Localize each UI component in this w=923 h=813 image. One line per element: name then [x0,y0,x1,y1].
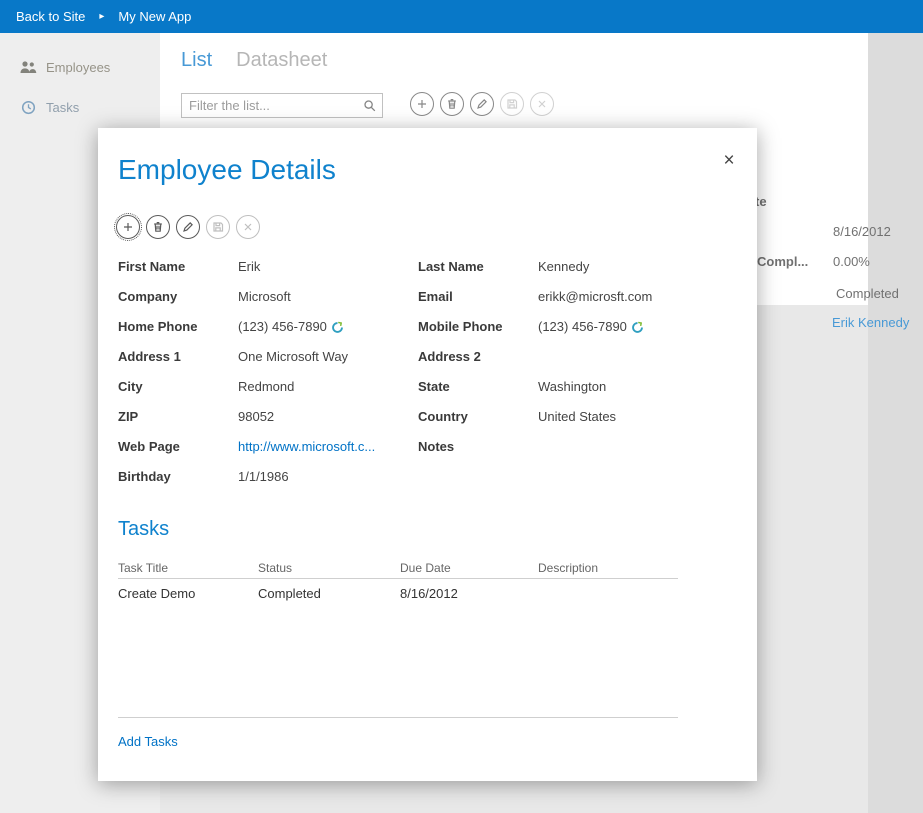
field-value-state: Washington [538,372,737,402]
field-value-city: Redmond [238,372,418,402]
floppy-icon [212,221,224,233]
add-button[interactable] [116,215,140,239]
page: Employees Tasks List Datasheet [0,0,923,813]
field-label: Address 2 [418,342,538,372]
field-label: Notes [418,432,538,462]
field-value-company: Microsoft [238,282,418,312]
field-value-email: erikk@microsft.com [538,282,737,312]
column-header: Description [538,561,678,578]
back-to-site-link[interactable]: Back to Site [16,9,85,24]
employee-form: First Name Erik Last Name Kennedy Compan… [118,252,737,492]
tasks-table-header: Task Title Status Due Date Description [118,556,678,579]
field-value-birthday: 1/1/1986 [238,462,418,492]
field-value-address1: One Microsoft Way [238,342,418,372]
field-label: Mobile Phone [418,312,538,342]
add-tasks-link[interactable]: Add Tasks [118,734,178,749]
close-icon[interactable]: × [718,150,740,172]
column-header: Task Title [118,561,258,578]
field-value-first-name: Erik [238,252,418,282]
cell-task-title: Create Demo [118,579,258,609]
field-label: City [118,372,238,402]
field-label [418,462,538,492]
edit-button[interactable] [176,215,200,239]
dialog-title: Employee Details [118,154,336,186]
call-presence-icon[interactable] [331,321,344,334]
cell-due-date: 8/16/2012 [400,579,538,609]
field-label: ZIP [118,402,238,432]
app-title-link[interactable]: My New App [118,9,191,24]
field-label: Home Phone [118,312,238,342]
app-topbar: Back to Site ▸ My New App [0,0,923,33]
field-label: Email [418,282,538,312]
call-presence-icon[interactable] [631,321,644,334]
field-value-zip: 98052 [238,402,418,432]
table-row[interactable]: Create Demo Completed 8/16/2012 [118,579,678,609]
column-header: Due Date [400,561,538,578]
field-label: Birthday [118,462,238,492]
field-value-empty [538,462,737,492]
field-value-mobile-phone: (123) 456-7890 [538,312,737,342]
breadcrumb-arrow-icon: ▸ [99,11,104,22]
field-label: Web Page [118,432,238,462]
field-label: State [418,372,538,402]
field-label: Company [118,282,238,312]
employee-details-dialog: × Employee Details First Name Erik Last [98,128,757,781]
cell-description [538,579,678,609]
trash-icon [152,221,164,233]
field-value-web-page: http://www.microsoft.c... [238,432,418,462]
field-value-country: United States [538,402,737,432]
cancel-button[interactable] [236,215,260,239]
delete-button[interactable] [146,215,170,239]
field-label: Country [418,402,538,432]
tasks-section-heading: Tasks [118,518,169,541]
x-icon [242,221,254,233]
field-value-home-phone: (123) 456-7890 [238,312,418,342]
cell-status: Completed [258,579,400,609]
field-label: Address 1 [118,342,238,372]
field-label: Last Name [418,252,538,282]
pencil-icon [182,221,194,233]
save-button[interactable] [206,215,230,239]
field-value-last-name: Kennedy [538,252,737,282]
field-value-address2 [538,342,737,372]
field-value-notes [538,432,737,462]
dialog-toolbar [116,215,260,239]
tasks-table: Task Title Status Due Date Description C… [118,556,678,718]
field-label: First Name [118,252,238,282]
column-header: Status [258,561,400,578]
plus-icon [122,221,134,233]
